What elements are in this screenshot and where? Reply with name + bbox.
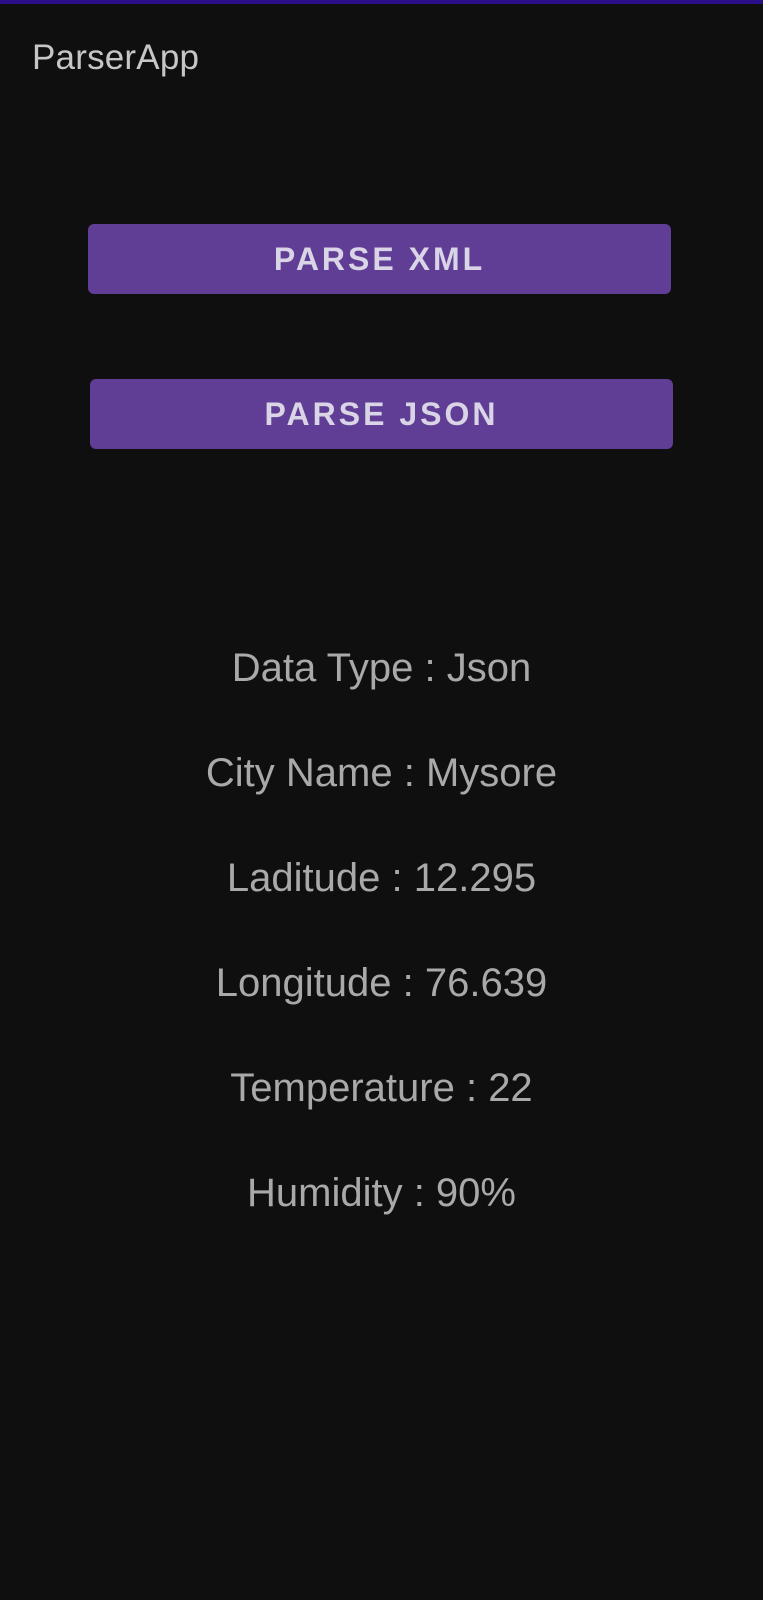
longitude-text: Longitude : 76.639 — [215, 961, 548, 1005]
city-name-text: City Name : Mysore — [205, 751, 558, 795]
humidity-text: Humidity : 90% — [247, 1171, 516, 1215]
parse-json-button[interactable]: PARSE JSON — [90, 379, 673, 449]
temperature-text: Temperature : 22 — [230, 1066, 533, 1110]
parsed-data-list: Data Type : Json City Name : Mysore Ladi… — [0, 638, 763, 1268]
data-type-text: Data Type : Json — [231, 646, 532, 690]
app-title: ParserApp — [32, 38, 200, 77]
status-accent-bar — [0, 0, 763, 4]
parse-xml-button[interactable]: PARSE XML — [88, 224, 671, 294]
latitude-text: Laditude : 12.295 — [226, 856, 537, 900]
